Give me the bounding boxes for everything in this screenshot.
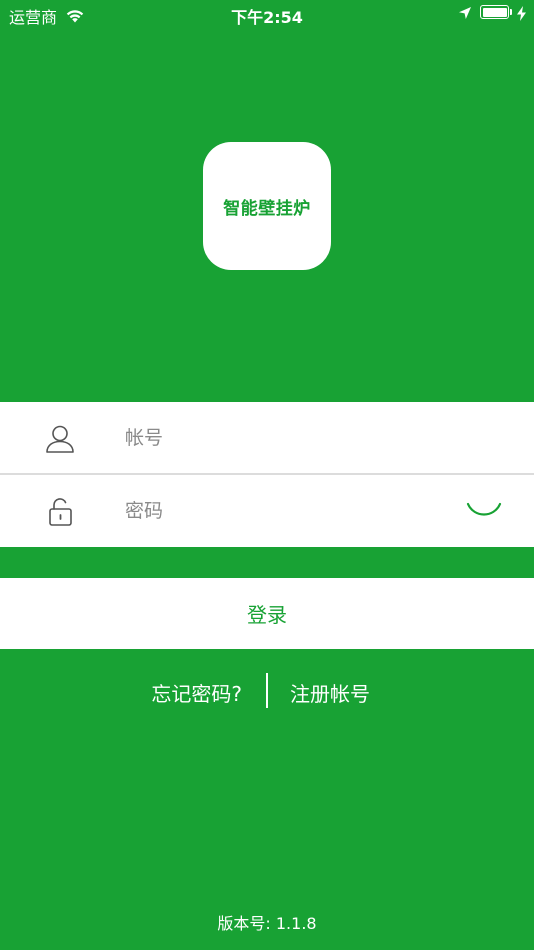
user-icon [44,423,76,455]
location-arrow-icon [458,6,472,20]
links-separator [266,673,268,708]
status-bar: 运营商 下午2:54 [0,0,534,28]
app-logo-label: 智能壁挂炉 [223,198,311,219]
account-row [0,402,534,474]
login-button-label: 登录 [247,603,287,627]
unlock-icon [44,496,76,528]
password-input[interactable] [125,493,445,529]
register-link[interactable]: 注册帐号 [290,678,370,707]
password-row [0,475,534,547]
version-label: 版本号: 1.1.8 [217,914,317,933]
account-input[interactable] [125,420,445,456]
auth-links: 忘记密码? 注册帐号 [0,672,534,710]
status-right [458,5,526,21]
eye-closed-icon[interactable] [466,500,502,522]
status-time: 下午2:54 [231,8,303,27]
charging-bolt-icon [517,5,526,21]
forgot-password-link[interactable]: 忘记密码? [151,678,242,707]
app-logo: 智能壁挂炉 [203,142,331,270]
battery-icon [480,5,514,21]
login-button[interactable]: 登录 [0,578,534,649]
